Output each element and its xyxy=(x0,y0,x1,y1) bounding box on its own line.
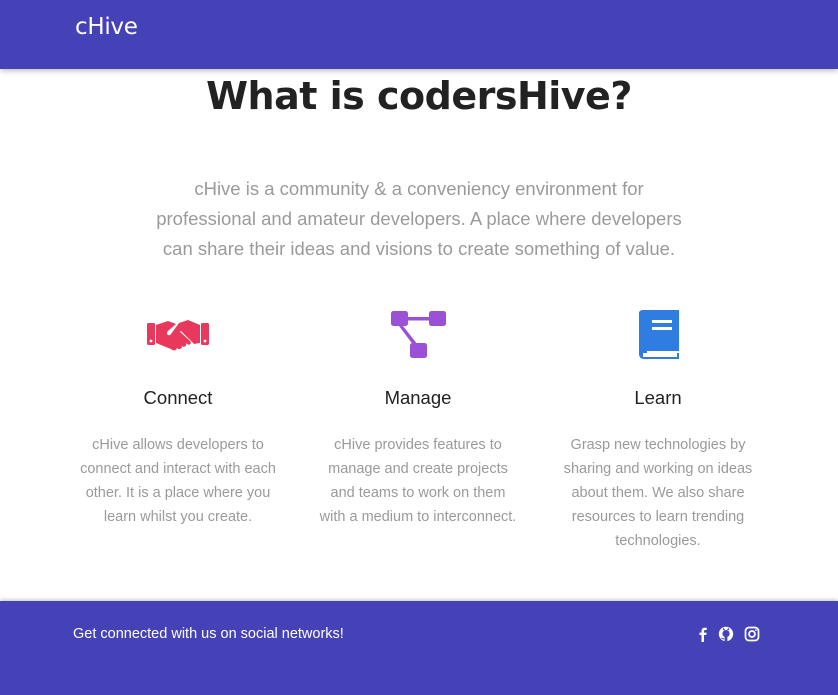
github-icon[interactable] xyxy=(717,625,735,643)
feature-learn-title: Learn xyxy=(634,387,682,408)
feature-learn-text: Grasp new technologies by sharing and wo… xyxy=(563,437,753,549)
feature-connect-title: Connect xyxy=(143,387,213,408)
facebook-icon[interactable] xyxy=(694,625,712,643)
instagram-icon[interactable] xyxy=(743,625,761,643)
feature-connect-text: cHive allows developers to connect and i… xyxy=(80,437,276,525)
feature-manage-text: cHive provides features to manage and cr… xyxy=(319,437,517,525)
about-section: What is codersHive? cHive is a community… xyxy=(0,69,838,601)
feature-manage-title: Manage xyxy=(384,387,452,408)
feature-connect: Connect cHive allows developers to conne… xyxy=(73,309,283,529)
footer: Get connected with us on social networks… xyxy=(0,601,838,695)
page-title: What is codersHive? xyxy=(206,74,632,118)
feature-manage: Manage cHive provides features to manage… xyxy=(313,309,523,529)
feature-learn: Learn Grasp new technologies by sharing … xyxy=(553,309,763,553)
handshake-icon xyxy=(147,320,209,351)
footer-text: Get connected with us on social networks… xyxy=(73,626,344,642)
project-diagram-icon xyxy=(391,311,446,358)
brand-logo-link[interactable]: cHive xyxy=(75,14,138,40)
book-icon xyxy=(639,310,679,359)
intro-paragraph: cHive is a community & a conveniency env… xyxy=(156,178,682,259)
navbar: cHive xyxy=(0,0,838,69)
